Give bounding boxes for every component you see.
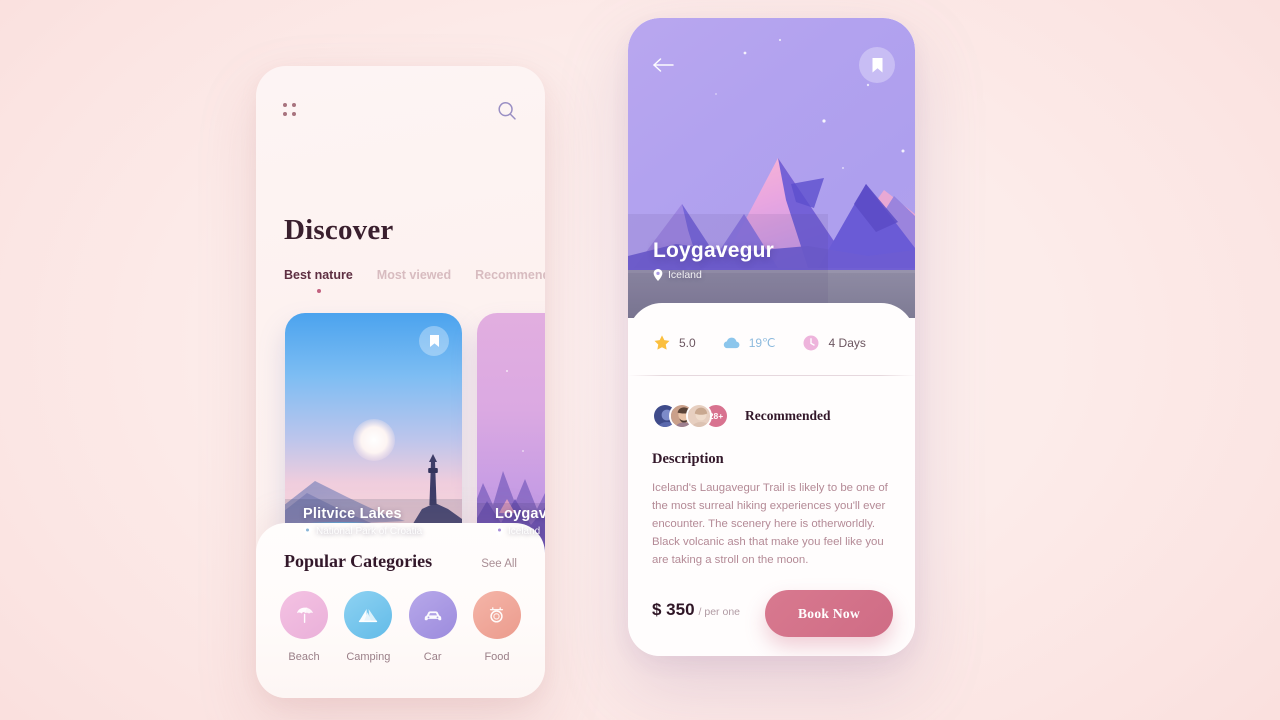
stat-duration: 4 Days bbox=[802, 333, 866, 352]
destination-card-plitvice[interactable]: Plitvice Lakes National Park of Croatia bbox=[285, 313, 462, 555]
sheet-divider bbox=[628, 375, 915, 376]
stat-temperature: 19℃ bbox=[722, 333, 776, 352]
description-title: Description bbox=[652, 451, 724, 467]
hero-location: Iceland bbox=[653, 269, 774, 281]
star-icon bbox=[652, 333, 671, 352]
book-now-button[interactable]: Book Now bbox=[765, 590, 893, 637]
card-title: Loygavegur bbox=[495, 506, 545, 522]
clock-icon bbox=[802, 333, 821, 352]
grid-dot bbox=[283, 103, 287, 107]
hero-label-group: Loygavegur Iceland bbox=[653, 239, 774, 281]
stat-rating: 5.0 bbox=[652, 333, 696, 352]
category-label: Food bbox=[484, 651, 510, 663]
tent-icon bbox=[359, 609, 378, 623]
category-label: Car bbox=[423, 651, 442, 663]
card-location: Iceland bbox=[495, 526, 545, 537]
discover-phone-screen: Discover Best nature Most viewed Recomme… bbox=[256, 66, 545, 698]
page-title: Discover bbox=[284, 214, 394, 246]
card-location-text: National Park of Croatia bbox=[316, 526, 423, 537]
avatar bbox=[686, 403, 712, 429]
card-location: National Park of Croatia bbox=[303, 526, 444, 537]
category-label: Beach bbox=[288, 651, 320, 663]
avatar-group[interactable]: 28+ bbox=[652, 403, 729, 429]
discover-topbar bbox=[256, 90, 545, 132]
car-icon bbox=[424, 611, 441, 621]
category-label: Camping bbox=[346, 651, 391, 663]
arrow-left-icon bbox=[653, 58, 674, 72]
destination-carousel[interactable]: Plitvice Lakes National Park of Croatia bbox=[285, 313, 545, 555]
camping-bubble bbox=[344, 591, 393, 639]
beach-bubble bbox=[280, 591, 328, 639]
card-location-text: Iceland bbox=[508, 526, 541, 537]
search-icon[interactable] bbox=[496, 100, 518, 122]
price-block: $ 350 / per one bbox=[652, 600, 740, 620]
category-item-camping[interactable]: Camping bbox=[342, 591, 394, 663]
cloud-icon bbox=[722, 333, 741, 352]
stats-row: 5.0 19℃ 4 Days bbox=[652, 333, 866, 352]
grid-dot bbox=[283, 112, 287, 116]
tab-best-nature[interactable]: Best nature bbox=[284, 268, 353, 293]
stat-temperature-value: 19℃ bbox=[748, 335, 776, 350]
card-bookmark-button[interactable] bbox=[419, 326, 449, 356]
stat-rating-value: 5.0 bbox=[679, 335, 696, 350]
food-bubble bbox=[472, 591, 521, 639]
price-amount: $ 350 bbox=[652, 600, 695, 619]
destination-card-loygavegur[interactable]: Loygavegur Iceland bbox=[477, 313, 545, 555]
detail-sheet: 5.0 19℃ 4 Days 28+ Recommended Descripti… bbox=[628, 303, 915, 656]
price-unit: / per one bbox=[698, 606, 740, 618]
recommended-label: Recommended bbox=[745, 408, 831, 423]
hero-image: Loygavegur Iceland bbox=[628, 18, 915, 318]
bookmark-icon bbox=[429, 335, 439, 347]
description-text: Iceland's Laugavegur Trail is likely to … bbox=[652, 482, 888, 566]
category-item-food[interactable]: Food bbox=[471, 591, 523, 663]
grid-dot bbox=[292, 103, 296, 107]
see-all-link[interactable]: See All bbox=[481, 558, 517, 570]
beach-umbrella-icon bbox=[296, 607, 313, 623]
location-pin-icon bbox=[495, 526, 504, 537]
card-label-group: Loygavegur Iceland bbox=[477, 506, 545, 555]
food-dish-icon bbox=[490, 606, 504, 623]
card-title: Plitvice Lakes bbox=[303, 506, 402, 522]
category-tabs: Best nature Most viewed Recommended bbox=[284, 268, 545, 293]
categories-row: Beach Camping Car Food bbox=[278, 591, 523, 663]
tab-recommended[interactable]: Recommended bbox=[475, 268, 545, 293]
hero-title: Loygavegur bbox=[653, 239, 775, 262]
category-item-car[interactable]: Car bbox=[407, 591, 459, 663]
recommended-row: 28+ Recommended bbox=[652, 403, 830, 429]
tab-most-viewed[interactable]: Most viewed bbox=[377, 268, 451, 293]
car-bubble bbox=[408, 591, 457, 639]
hero-location-text: Iceland bbox=[668, 269, 702, 281]
grid-dot bbox=[292, 112, 296, 116]
bookmark-button[interactable] bbox=[859, 47, 895, 83]
stat-duration-value: 4 Days bbox=[828, 335, 866, 350]
location-pin-icon bbox=[303, 526, 312, 537]
location-pin-icon bbox=[653, 269, 663, 281]
card-label-group: Plitvice Lakes National Park of Croatia bbox=[285, 506, 462, 555]
category-item-beach[interactable]: Beach bbox=[278, 591, 330, 663]
detail-phone-screen: Loygavegur Iceland 5.0 19℃ 4 Days 28+ Re… bbox=[628, 18, 915, 656]
back-button[interactable] bbox=[652, 56, 674, 74]
grid-dots-icon[interactable] bbox=[283, 103, 299, 119]
bookmark-icon bbox=[872, 57, 882, 72]
